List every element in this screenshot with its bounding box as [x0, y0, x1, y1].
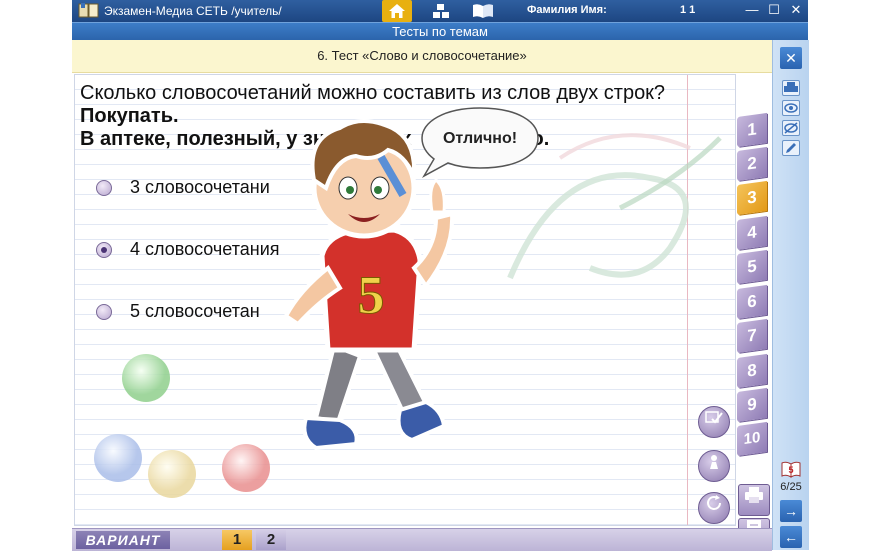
maximize-button[interactable]: ☐	[766, 2, 782, 18]
refresh-button[interactable]	[698, 492, 730, 524]
tab-8[interactable]: 8	[737, 353, 767, 389]
boy-mascot: 5	[283, 119, 455, 451]
answer-option-3[interactable]: 5 словосочетан	[96, 301, 260, 322]
book-icon: 5	[781, 461, 801, 478]
printer-icon	[784, 82, 798, 92]
radio-option-1[interactable]	[96, 179, 112, 196]
user-name: 1 1	[680, 4, 696, 16]
answer-option-label: 3 словосочетани	[130, 177, 270, 197]
tab-10[interactable]: 10	[737, 421, 767, 457]
tab-2[interactable]: 2	[737, 146, 767, 182]
tab-9[interactable]: 9	[737, 387, 767, 423]
back-button[interactable]: ←	[780, 526, 802, 548]
close-test-button[interactable]: ✕	[780, 47, 802, 69]
radio-option-2[interactable]	[96, 241, 112, 258]
print-button[interactable]	[738, 484, 770, 516]
decorative-balloons	[94, 354, 270, 498]
edit-button[interactable]	[782, 140, 800, 156]
answer-option-1[interactable]: 3 словосочетани	[96, 177, 270, 198]
app-title: Экзамен-Медиа СЕТЬ /учитель/	[104, 4, 282, 18]
book-logo: 5	[781, 460, 801, 478]
hide-answer-button[interactable]	[782, 120, 800, 136]
section-header: Тесты по темам	[72, 22, 808, 41]
variant-label: ВАРИАНТ	[76, 531, 170, 549]
test-title: 6. Тест «Слово и словосочетание»	[72, 40, 772, 73]
printer-icon	[745, 487, 763, 503]
eye-crossed-icon	[784, 122, 798, 134]
tab-5[interactable]: 5	[737, 249, 767, 285]
tab-1[interactable]: 1	[737, 112, 767, 148]
tab-6[interactable]: 6	[737, 284, 767, 320]
hint-button[interactable]	[698, 450, 730, 482]
show-answer-button[interactable]	[782, 100, 800, 116]
tab-3[interactable]: 3	[737, 180, 767, 216]
radio-option-3[interactable]	[96, 303, 112, 320]
home-icon	[389, 4, 405, 18]
blocks-icon	[433, 4, 449, 18]
answer-option-label: 4 словосочетания	[130, 239, 280, 259]
question-tabs: 1 2 3 4 5 6 7 8 9 10	[735, 105, 771, 457]
variant-bar: ВАРИАНТ 1 2	[72, 528, 772, 551]
close-window-button[interactable]: ✕	[788, 2, 804, 18]
shirt-number: 5	[358, 265, 385, 325]
print-small-button[interactable]	[782, 80, 800, 96]
variant-1-button[interactable]: 1	[222, 530, 252, 550]
book-icon	[473, 4, 493, 18]
question-line: Сколько словосочетаний можно составить и…	[80, 82, 666, 104]
blocks-button[interactable]	[426, 0, 456, 22]
svg-text:5: 5	[788, 465, 793, 475]
pencil-icon	[786, 143, 796, 153]
user-label: Фамилия Имя:	[527, 4, 607, 16]
next-button[interactable]: →	[780, 500, 802, 522]
right-toolbar: ✕ 5 6/25 → ←	[772, 40, 809, 550]
checklist-icon	[705, 411, 723, 424]
title-bar: Экзамен-Медиа СЕТЬ /учитель/ Фамилия Имя…	[72, 0, 808, 22]
answer-option-2[interactable]: 4 словосочетания	[96, 239, 280, 260]
refresh-icon	[707, 495, 721, 510]
variant-2-button[interactable]: 2	[256, 530, 286, 550]
tab-7[interactable]: 7	[737, 318, 767, 354]
answer-option-label: 5 словосочетан	[130, 301, 260, 321]
check-answer-button[interactable]	[698, 406, 730, 438]
eye-icon	[784, 103, 798, 113]
minimize-button[interactable]: —	[744, 2, 760, 18]
book-button[interactable]	[468, 0, 498, 22]
home-button[interactable]	[382, 0, 412, 22]
figure-icon	[710, 455, 718, 469]
tab-4[interactable]: 4	[737, 215, 767, 251]
question-counter: 6/25	[780, 481, 802, 493]
app-book-icon	[78, 3, 99, 18]
